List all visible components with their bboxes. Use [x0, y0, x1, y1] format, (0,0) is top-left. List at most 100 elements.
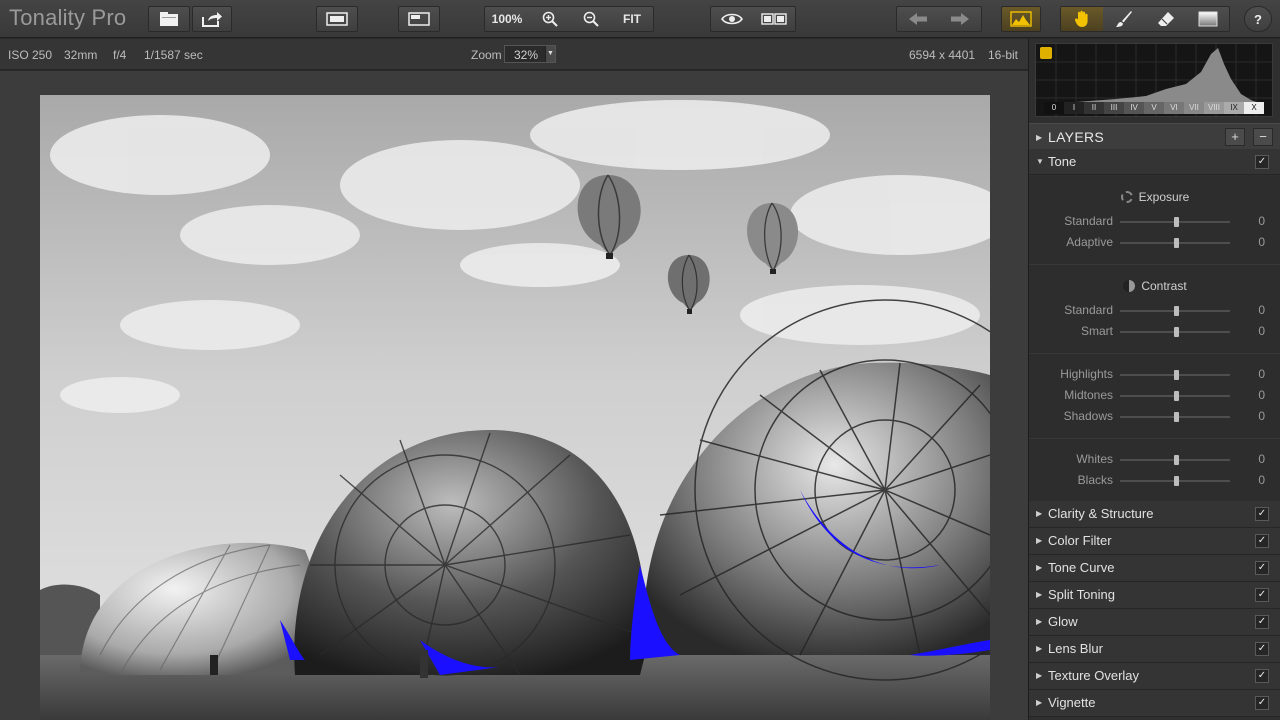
slider-knob[interactable]	[1174, 306, 1179, 316]
photo-preview[interactable]	[40, 95, 990, 720]
bit-depth: 16-bit	[988, 48, 1019, 62]
slider-exposure-standard[interactable]: Standard 0	[1029, 214, 1280, 230]
zone-5[interactable]: V	[1144, 102, 1164, 114]
remove-layer-button[interactable]: −	[1253, 128, 1273, 146]
slider-track[interactable]	[1120, 455, 1230, 465]
toolbar: Tonality Pro 100% FIT ?	[0, 0, 1280, 38]
slider-exposure-adaptive[interactable]: Adaptive 0	[1029, 235, 1280, 251]
image-canvas[interactable]	[0, 71, 1028, 720]
slider-contrast-standard[interactable]: Standard 0	[1029, 303, 1280, 319]
slider-label: Smart	[1080, 324, 1113, 338]
section-checkbox[interactable]: ✓	[1255, 561, 1269, 575]
slider-knob[interactable]	[1174, 412, 1179, 422]
zoom-in-button[interactable]	[529, 7, 571, 31]
slider-track[interactable]	[1120, 391, 1230, 401]
undo-button[interactable]	[897, 7, 939, 31]
slider-knob[interactable]	[1174, 455, 1179, 465]
section-checkbox[interactable]: ✓	[1255, 696, 1269, 710]
zone-0[interactable]: 0	[1044, 102, 1064, 114]
slider-knob[interactable]	[1174, 238, 1179, 248]
image-info-bar: ISO 250 32mm f/4 1/1587 sec Zoom 32% ▼ 6…	[0, 39, 1028, 70]
redo-button[interactable]	[939, 7, 981, 31]
slider-track[interactable]	[1120, 238, 1230, 248]
slider-track[interactable]	[1120, 306, 1230, 316]
section-checkbox[interactable]: ✓	[1255, 615, 1269, 629]
slider-shadows[interactable]: Shadows 0	[1029, 409, 1280, 425]
slider-knob[interactable]	[1174, 391, 1179, 401]
section-glow[interactable]: ▶ Glow ✓	[1029, 609, 1280, 636]
layers-header[interactable]: ▶ LAYERS + −	[1029, 123, 1280, 150]
section-tone-curve[interactable]: ▶ Tone Curve ✓	[1029, 555, 1280, 582]
section-vignette[interactable]: ▶ Vignette ✓	[1029, 690, 1280, 717]
open-file-button[interactable]	[148, 6, 190, 32]
slider-knob[interactable]	[1174, 370, 1179, 380]
zone-6[interactable]: VI	[1164, 102, 1184, 114]
section-checkbox[interactable]: ✓	[1255, 507, 1269, 521]
slider-highlights[interactable]: Highlights 0	[1029, 367, 1280, 383]
section-checkbox[interactable]: ✓	[1255, 534, 1269, 548]
zone-4[interactable]: IV	[1124, 102, 1144, 114]
zone-1[interactable]: I	[1064, 102, 1084, 114]
help-icon: ?	[1254, 12, 1262, 26]
zone-7[interactable]: VII	[1184, 102, 1204, 114]
folder-icon	[160, 12, 178, 26]
section-label: Color Filter	[1048, 533, 1112, 548]
filmstrip-toggle-button[interactable]	[316, 6, 358, 32]
zone-2[interactable]: II	[1084, 102, 1104, 114]
section-checkbox[interactable]: ✓	[1255, 669, 1269, 683]
slider-knob[interactable]	[1174, 476, 1179, 486]
compare-view-button[interactable]	[753, 7, 795, 31]
eye-icon	[721, 13, 743, 25]
slider-midtones[interactable]: Midtones 0	[1029, 388, 1280, 404]
split-view-icon	[761, 13, 787, 25]
add-layer-button[interactable]: +	[1225, 128, 1245, 146]
zone-8[interactable]: VIII	[1204, 102, 1224, 114]
export-button[interactable]	[192, 6, 232, 32]
section-checkbox[interactable]: ✓	[1255, 588, 1269, 602]
slider-track[interactable]	[1120, 476, 1230, 486]
section-checkbox[interactable]: ✓	[1255, 642, 1269, 656]
eraser-tool-button[interactable]	[1145, 7, 1187, 31]
filmstrip-icon	[326, 12, 348, 26]
zoom-fit-button[interactable]: FIT	[611, 7, 653, 31]
slider-value: 0	[1258, 214, 1265, 228]
zone-10[interactable]: X	[1244, 102, 1264, 114]
preview-toggle-button[interactable]	[711, 7, 753, 31]
section-tone-checkbox[interactable]: ✓	[1255, 155, 1269, 169]
slider-contrast-smart[interactable]: Smart 0	[1029, 324, 1280, 340]
slider-whites[interactable]: Whites 0	[1029, 452, 1280, 468]
share-icon	[202, 12, 222, 27]
slider-track[interactable]	[1120, 412, 1230, 422]
zoom-select[interactable]: 32% ▼	[504, 45, 556, 63]
zone-9[interactable]: IX	[1224, 102, 1244, 114]
section-clarity-structure[interactable]: ▶ Clarity & Structure ✓	[1029, 501, 1280, 528]
section-tone-header[interactable]: ▼ Tone ✓	[1029, 149, 1280, 175]
slider-knob[interactable]	[1174, 327, 1179, 337]
pan-tool-button[interactable]	[1061, 7, 1103, 31]
brush-tool-button[interactable]	[1103, 7, 1145, 31]
image-dimensions: 6594 x 4401	[909, 48, 976, 62]
slider-blacks[interactable]: Blacks 0	[1029, 473, 1280, 489]
histogram-toggle-button[interactable]	[1001, 6, 1041, 32]
panel-layout-button[interactable]	[398, 6, 440, 32]
section-split-toning[interactable]: ▶ Split Toning ✓	[1029, 582, 1280, 609]
zoom-100-button[interactable]: 100%	[485, 7, 529, 31]
slider-label: Shadows	[1063, 409, 1113, 423]
expand-triangle-icon: ▶	[1036, 698, 1043, 707]
section-label: Clarity & Structure	[1048, 506, 1154, 521]
section-texture-overlay[interactable]: ▶ Texture Overlay ✓	[1029, 663, 1280, 690]
zoom-out-button[interactable]	[571, 7, 611, 31]
section-color-filter[interactable]: ▶ Color Filter ✓	[1029, 528, 1280, 555]
gradient-tool-button[interactable]	[1187, 7, 1229, 31]
slider-track[interactable]	[1120, 370, 1230, 380]
help-button[interactable]: ?	[1244, 6, 1272, 32]
slider-track[interactable]	[1120, 217, 1230, 227]
zone-3[interactable]: III	[1104, 102, 1124, 114]
slider-track[interactable]	[1120, 327, 1230, 337]
slider-knob[interactable]	[1174, 217, 1179, 227]
arrow-right-icon	[951, 13, 969, 25]
section-lens-blur[interactable]: ▶ Lens Blur ✓	[1029, 636, 1280, 663]
slider-value: 0	[1258, 452, 1265, 466]
exposure-title: Exposure	[1138, 190, 1190, 204]
zoom-select-value: 32%	[514, 48, 539, 62]
